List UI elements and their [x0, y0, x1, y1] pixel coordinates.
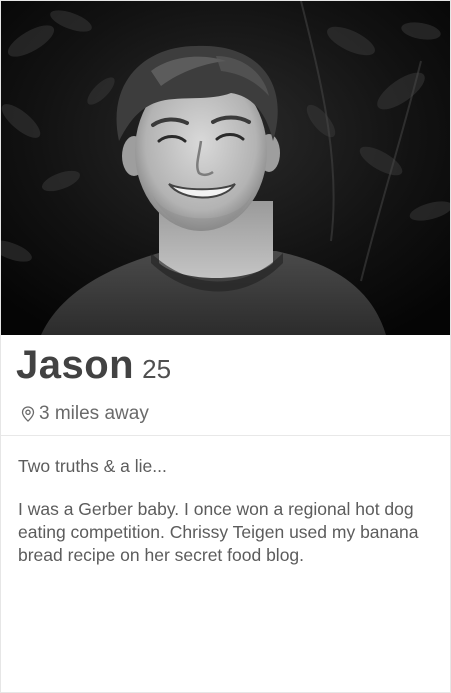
bio-intro: Two truths & a lie...: [18, 456, 167, 476]
profile-bio: Two truths & a lie... I was a Gerber bab…: [18, 455, 443, 567]
bio-body: I was a Gerber baby. I once won a region…: [18, 499, 419, 565]
distance-row: 3 miles away: [21, 403, 149, 425]
profile-photo-image: [1, 1, 450, 335]
profile-distance: 3 miles away: [39, 403, 149, 424]
profile-card[interactable]: Jason 25 3 miles away Two truths & a lie.…: [0, 0, 451, 693]
name-row: Jason 25: [16, 343, 171, 388]
profile-name: Jason: [16, 343, 135, 387]
profile-age: 25: [142, 354, 172, 384]
location-pin-icon: [21, 406, 35, 422]
section-divider: [1, 435, 450, 436]
profile-photo[interactable]: [1, 1, 450, 335]
